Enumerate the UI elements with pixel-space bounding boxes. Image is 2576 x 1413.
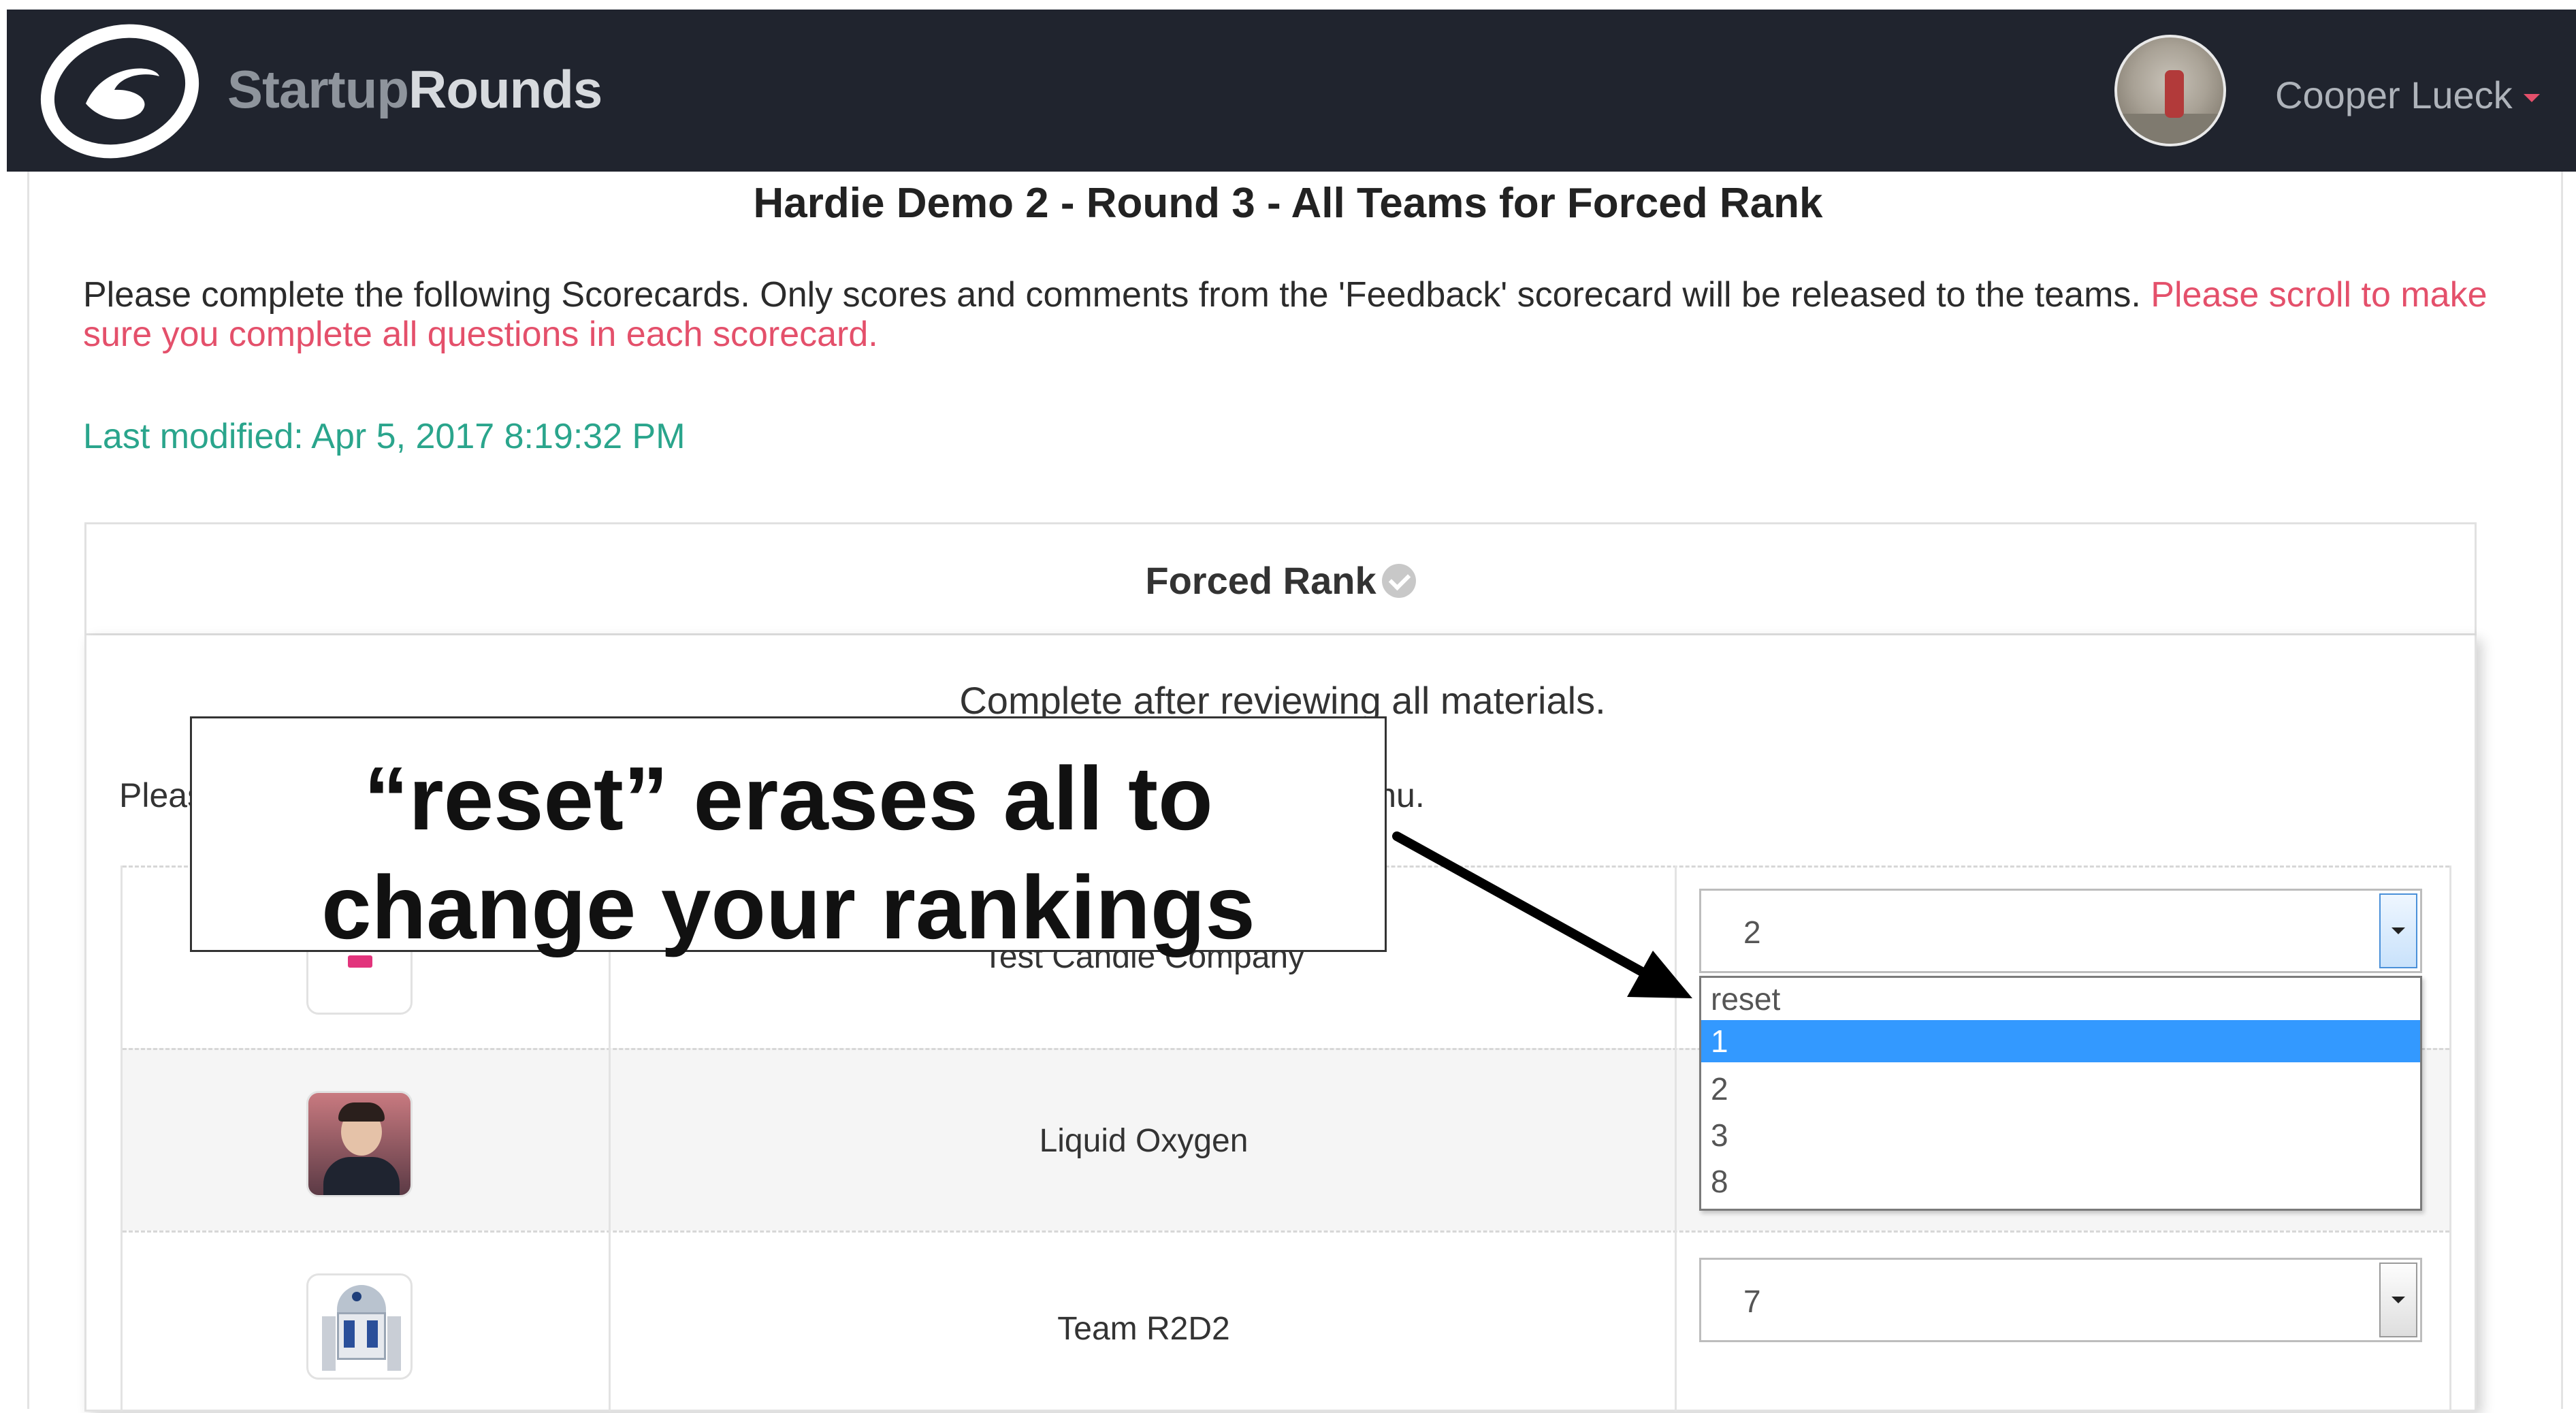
rank-select-test-candle-company[interactable]: 2 xyxy=(1699,889,2422,973)
rank-dropdown-list[interactable]: reset 1 2 3 8 xyxy=(1699,976,2422,1211)
rank-select-value: 2 xyxy=(1743,915,1761,950)
page-title: Hardie Demo 2 - Round 3 - All Teams for … xyxy=(753,180,1823,227)
scorecard-header[interactable]: Forced Rank xyxy=(84,522,2477,635)
scorecard-description: Complete after reviewing all materials. xyxy=(959,679,1606,722)
brand-part-startup: Startup xyxy=(227,59,409,119)
scorecard-title: Forced Rank xyxy=(1145,559,1376,602)
user-avatar[interactable] xyxy=(2114,35,2226,146)
team-name: Team R2D2 xyxy=(1057,1311,1230,1347)
page-frame-left xyxy=(27,172,29,1409)
top-navbar: StartupRounds Cooper Lueck xyxy=(7,10,2576,172)
instructions-text: Please complete the following Scorecards… xyxy=(83,275,2507,354)
caret-down-icon xyxy=(2523,94,2540,103)
page-frame-right xyxy=(2561,172,2563,1409)
dropdown-option-reset[interactable]: reset xyxy=(1701,978,2420,1020)
dropdown-option-8[interactable]: 8 xyxy=(1701,1160,2420,1203)
rank-select-value: 7 xyxy=(1743,1284,1761,1319)
team-logo-r2d2 xyxy=(306,1273,413,1380)
team-logo-photo xyxy=(306,1091,413,1197)
annotation-callout: “reset” erases all to change your rankin… xyxy=(190,716,1387,957)
annotation-text: “reset” erases all to change your rankin… xyxy=(192,744,1385,962)
team-name: Liquid Oxygen xyxy=(1039,1123,1249,1159)
dropdown-option-1[interactable]: 1 xyxy=(1701,1020,2420,1062)
check-circle-icon xyxy=(1381,564,1416,598)
startuprounds-logo-icon[interactable] xyxy=(38,23,202,159)
dropdown-option-3[interactable]: 3 xyxy=(1701,1114,2420,1156)
annotation-line-1: “reset” erases all to xyxy=(364,748,1213,848)
annotation-line-2: change your rankings xyxy=(321,857,1255,957)
dropdown-arrow-icon[interactable] xyxy=(2379,1263,2417,1337)
brand-part-rounds: Rounds xyxy=(408,59,602,119)
dropdown-arrow-icon[interactable] xyxy=(2379,893,2417,968)
user-menu-toggle[interactable]: Cooper Lueck xyxy=(2275,76,2540,114)
rank-select-team-r2d2[interactable]: 7 xyxy=(1699,1258,2422,1342)
dropdown-option-2[interactable]: 2 xyxy=(1701,1068,2420,1110)
brand-name[interactable]: StartupRounds xyxy=(227,63,602,116)
scorecard-title-row: Forced Rank xyxy=(86,562,2475,600)
user-name: Cooper Lueck xyxy=(2275,74,2513,116)
instructions-main: Please complete the following Scorecards… xyxy=(83,275,2141,315)
last-modified: Last modified: Apr 5, 2017 8:19:32 PM xyxy=(83,417,686,456)
